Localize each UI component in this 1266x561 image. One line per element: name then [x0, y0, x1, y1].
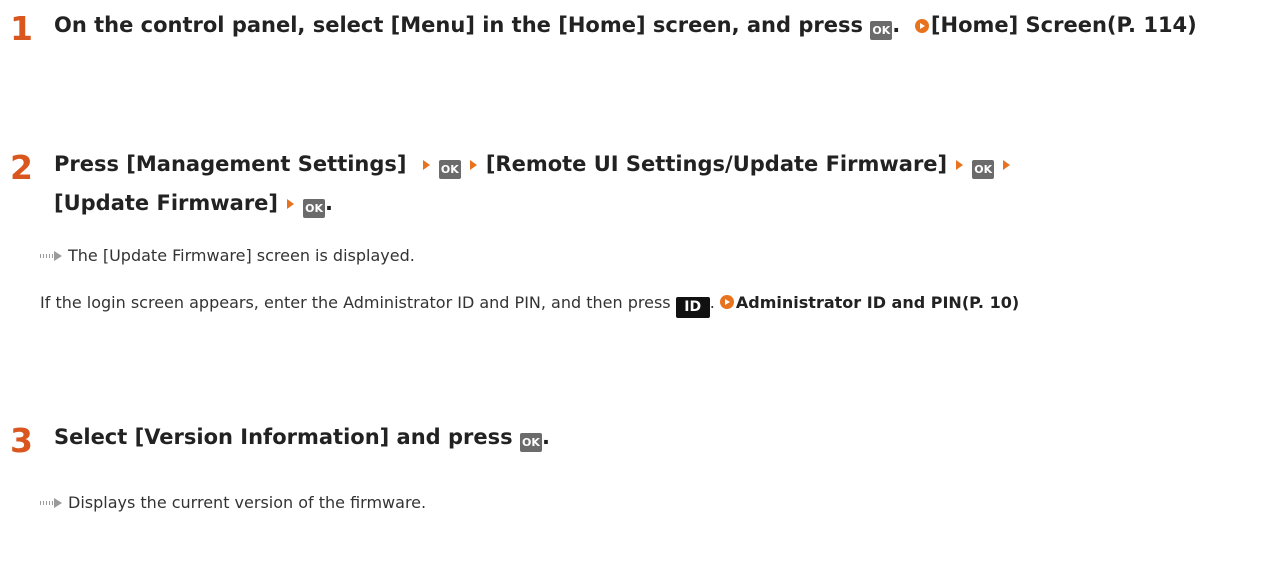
- step-number: 1: [10, 9, 33, 48]
- step-1: 1 On the control panel, select [Menu] in…: [10, 6, 1260, 106]
- note-text: If the login screen appears, enter the A…: [40, 293, 671, 312]
- id-key-icon: ID: [675, 297, 710, 318]
- right-triangle-icon: [956, 160, 964, 170]
- step-text: Select [Version Information] and press: [54, 425, 513, 449]
- step-heading: Press [Management Settings] OK [Remote UI…: [54, 145, 1264, 223]
- result-arrow-icon: [40, 498, 64, 508]
- period: .: [709, 293, 715, 312]
- period: .: [541, 425, 550, 449]
- right-triangle-icon: [1003, 160, 1011, 170]
- step-text: Press [Management Settings]: [54, 152, 407, 176]
- step-result: The [Update Firmware] screen is displaye…: [40, 241, 1240, 271]
- right-triangle-icon: [422, 160, 430, 170]
- step-note: If the login screen appears, enter the A…: [40, 288, 1250, 318]
- link-arrow-icon: [719, 295, 734, 309]
- step-3: 3 Select [Version Information] and press…: [10, 418, 1260, 548]
- ok-key-icon: OK: [870, 21, 893, 40]
- right-triangle-icon: [469, 160, 477, 170]
- step-heading: Select [Version Information] and press O…: [54, 418, 1264, 457]
- admin-id-pin-link[interactable]: Administrator ID and PIN(P. 10): [736, 293, 1019, 312]
- step-number: 3: [10, 421, 33, 460]
- period: .: [892, 13, 901, 37]
- ok-key-icon: OK: [519, 433, 542, 452]
- step-heading: On the control panel, select [Menu] in t…: [54, 6, 1264, 45]
- step-text: On the control panel, select [Menu] in t…: [54, 13, 863, 37]
- ok-key-icon: OK: [972, 160, 995, 179]
- result-text: The [Update Firmware] screen is displaye…: [68, 246, 415, 265]
- step-text: [Remote UI Settings/Update Firmware]: [485, 152, 948, 176]
- link-arrow-icon: [914, 19, 929, 33]
- period: .: [325, 191, 334, 215]
- result-arrow-icon: [40, 251, 64, 261]
- right-triangle-icon: [287, 199, 295, 209]
- step-result: Displays the current version of the firm…: [40, 488, 1240, 518]
- step-text: [Update Firmware]: [54, 191, 279, 215]
- home-screen-link[interactable]: [Home] Screen(P. 114): [931, 13, 1197, 37]
- ok-key-icon: OK: [303, 199, 326, 218]
- step-number: 2: [10, 148, 33, 187]
- ok-key-icon: OK: [438, 160, 461, 179]
- result-text: Displays the current version of the firm…: [68, 493, 427, 512]
- step-2: 2 Press [Management Settings] OK [Remote …: [10, 145, 1260, 385]
